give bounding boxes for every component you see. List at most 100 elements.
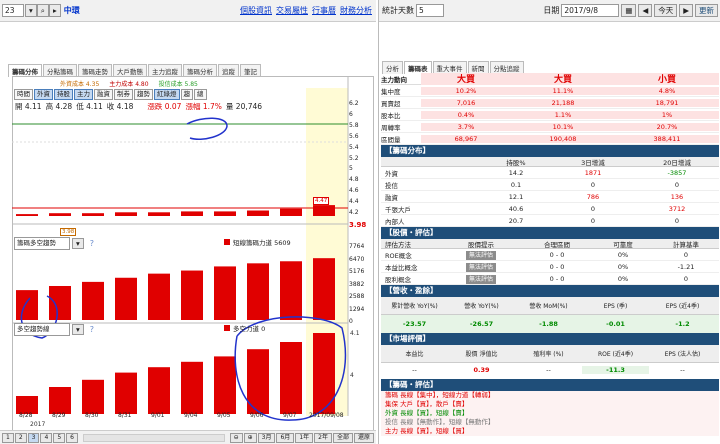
main-force-row-cell: 區間量 xyxy=(381,135,401,144)
pane2-select[interactable]: 籌碼多空趨勢 xyxy=(14,237,70,250)
top-bar xyxy=(247,210,269,216)
zoom-1y[interactable]: 1年 xyxy=(295,432,314,443)
tab-main-force[interactable]: 主力追蹤 xyxy=(148,63,182,77)
s2-row: ROE概念 無法評估 0 - 0 0% 0 xyxy=(381,249,719,261)
s1-row-cell: 外資 xyxy=(385,169,398,178)
date-input[interactable]: 2017/9/8 xyxy=(561,4,620,17)
zoom-in-icon[interactable]: ⊕ xyxy=(243,432,257,443)
long-short-bar xyxy=(148,367,170,414)
dropdown-icon[interactable]: ▾ xyxy=(25,4,37,17)
zoom-out-icon[interactable]: ⊖ xyxy=(229,432,243,443)
chip-eval-line: 主力 長線【買】，短線【買】 xyxy=(385,427,469,435)
main-force-header: 主力動向 大買 大買 小買 xyxy=(381,73,719,85)
s1-row-cell: 0 xyxy=(590,204,596,213)
chip-trend-bar xyxy=(181,270,203,320)
zoom-3m[interactable]: 3月 xyxy=(257,432,276,443)
s1-header: 持股% 3日增減 20日增減 xyxy=(381,157,719,167)
search-icon[interactable]: ⌕ xyxy=(36,4,49,17)
page-3[interactable]: 3 xyxy=(27,432,40,443)
link-trade[interactable]: 交易屬性 xyxy=(276,5,308,16)
chip-trend-bar xyxy=(247,263,269,320)
restore-button[interactable]: 還原 xyxy=(353,432,374,443)
zoom-2y[interactable]: 2年 xyxy=(314,432,332,443)
date-tick: 8/30 xyxy=(85,412,99,419)
p2-axis-tick: 6470 xyxy=(349,255,365,263)
page-6[interactable]: 6 xyxy=(66,432,78,443)
s2-row-cell: 本益比概念 xyxy=(385,263,418,272)
annotation-circle xyxy=(186,117,228,140)
page-2[interactable]: 2 xyxy=(14,432,27,443)
section-revenue: 【營收・盈餘】 xyxy=(381,285,719,297)
chart-footer: 1 2 3 4 5 6 ⊖ ⊕ 3月 6月 1年 2年 全部 還原 xyxy=(0,430,376,444)
stock-links: 個股資訊 交易屬性 行事曆 財務分析 xyxy=(240,5,372,16)
s3-values: -23.57 -26.57 -1.88 -0.01 -1.2 xyxy=(381,315,719,333)
top-bars xyxy=(16,205,335,216)
pane3-select[interactable]: 多空趨勢線 xyxy=(14,323,70,336)
main-force-label: 主力動向 xyxy=(381,75,407,84)
main-force-row-cell: 4.8% xyxy=(615,86,719,95)
tab-big-holders[interactable]: 大戶動態 xyxy=(113,63,147,77)
chart-scrollbar[interactable] xyxy=(82,433,225,442)
date-tick: 8/29 xyxy=(52,412,66,419)
main-force-row: 周轉率 3.7% 10.1% 20.7% xyxy=(381,121,719,133)
today-button[interactable]: 今天 xyxy=(654,4,678,17)
calendar-icon[interactable]: ▦ xyxy=(621,4,637,17)
tab-chip-analysis[interactable]: 籌碼分析 xyxy=(183,63,217,77)
revenue-value: -1.88 xyxy=(539,320,558,328)
p3-axis-tick: 4 xyxy=(350,372,354,379)
page-1[interactable]: 1 xyxy=(2,432,14,443)
year-label: 2017 xyxy=(30,421,46,428)
chip-trend-bar xyxy=(49,285,71,320)
header-cell: EPS (季) xyxy=(603,303,628,310)
p2-axis-tick: 2588 xyxy=(349,293,365,300)
main-force-row-cell: 0.4% xyxy=(421,110,511,119)
s1-col: 3日增減 xyxy=(581,158,605,167)
next-day-icon[interactable]: ▶ xyxy=(679,4,693,17)
link-finance[interactable]: 財務分析 xyxy=(340,5,372,16)
legend-swatch xyxy=(224,325,230,331)
header-cell: 營收 YoY(%) xyxy=(464,303,499,310)
market-value: -- xyxy=(412,366,417,374)
tab-tracking[interactable]: 追蹤 xyxy=(218,63,239,77)
s5-lines: 籌碼 長線【集中】，短線力道【轉弱】 集保 大戶【買】，散戶【賣】 外資 長線【買】… xyxy=(381,391,719,436)
tab-chip-distribution[interactable]: 籌碼分佈 xyxy=(8,63,42,77)
s2-row-cell: 無法評估 xyxy=(441,274,521,284)
date-label: 日期 xyxy=(543,6,560,15)
link-calendar[interactable]: 行事曆 xyxy=(312,5,336,16)
stock-code-input[interactable]: 23 xyxy=(2,4,24,17)
main-force-row-cell: 股本比 xyxy=(381,111,401,120)
price-axis-tick: 4.8 xyxy=(349,176,359,184)
refresh-button[interactable]: 更新 xyxy=(695,4,718,17)
date-tick: 8/28 xyxy=(19,412,33,419)
chevron-down-icon[interactable]: ▾ xyxy=(72,238,84,249)
verdict-3: 小買 xyxy=(615,73,719,85)
chip-eval-line: 集保 大戶【買】，散戶【賣】 xyxy=(385,400,469,408)
next-stock-button[interactable]: ▸ xyxy=(48,4,61,17)
zoom-all[interactable]: 全部 xyxy=(332,432,353,443)
long-short-bar xyxy=(82,379,104,414)
no-eval-badge: 無法評估 xyxy=(465,251,496,260)
info-scroll[interactable]: 主力動向 大買 大買 小買 集中度 10.2% 11.1% 4.8% 買賣超 7,016 2… xyxy=(381,73,719,444)
chevron-down-icon[interactable]: ▾ xyxy=(72,324,84,335)
chip-trend-bar xyxy=(82,281,104,320)
page-5[interactable]: 5 xyxy=(53,432,66,443)
stat-days-select[interactable]: 5 xyxy=(416,4,444,17)
link-info[interactable]: 個股資訊 xyxy=(240,5,272,16)
s1-row-cell: 0.1 xyxy=(510,180,522,189)
tab-branch-chips[interactable]: 分點籌碼 xyxy=(43,63,77,77)
help-icon[interactable]: ? xyxy=(90,325,94,334)
s1-row-cell: 0 xyxy=(590,216,596,225)
tab-notes[interactable]: 筆記 xyxy=(240,63,261,77)
main-force-row-cell: 10.2% xyxy=(421,86,511,95)
main-force-row-cell: 7,016 xyxy=(421,98,511,107)
zoom-6m[interactable]: 6月 xyxy=(276,432,295,443)
pane2-legend: 短線籌碼力道 5609 xyxy=(224,237,291,247)
main-force-row-cell: 388,411 xyxy=(615,134,719,143)
prev-day-icon[interactable]: ◀ xyxy=(638,4,653,17)
help-icon[interactable]: ? xyxy=(90,239,94,248)
page-4[interactable]: 4 xyxy=(40,432,53,443)
long-short-bar xyxy=(49,387,71,414)
tab-chip-trend[interactable]: 籌碼走勢 xyxy=(78,63,112,77)
chip-trend-bar xyxy=(16,290,38,320)
no-eval-badge: 無法評估 xyxy=(465,275,496,284)
